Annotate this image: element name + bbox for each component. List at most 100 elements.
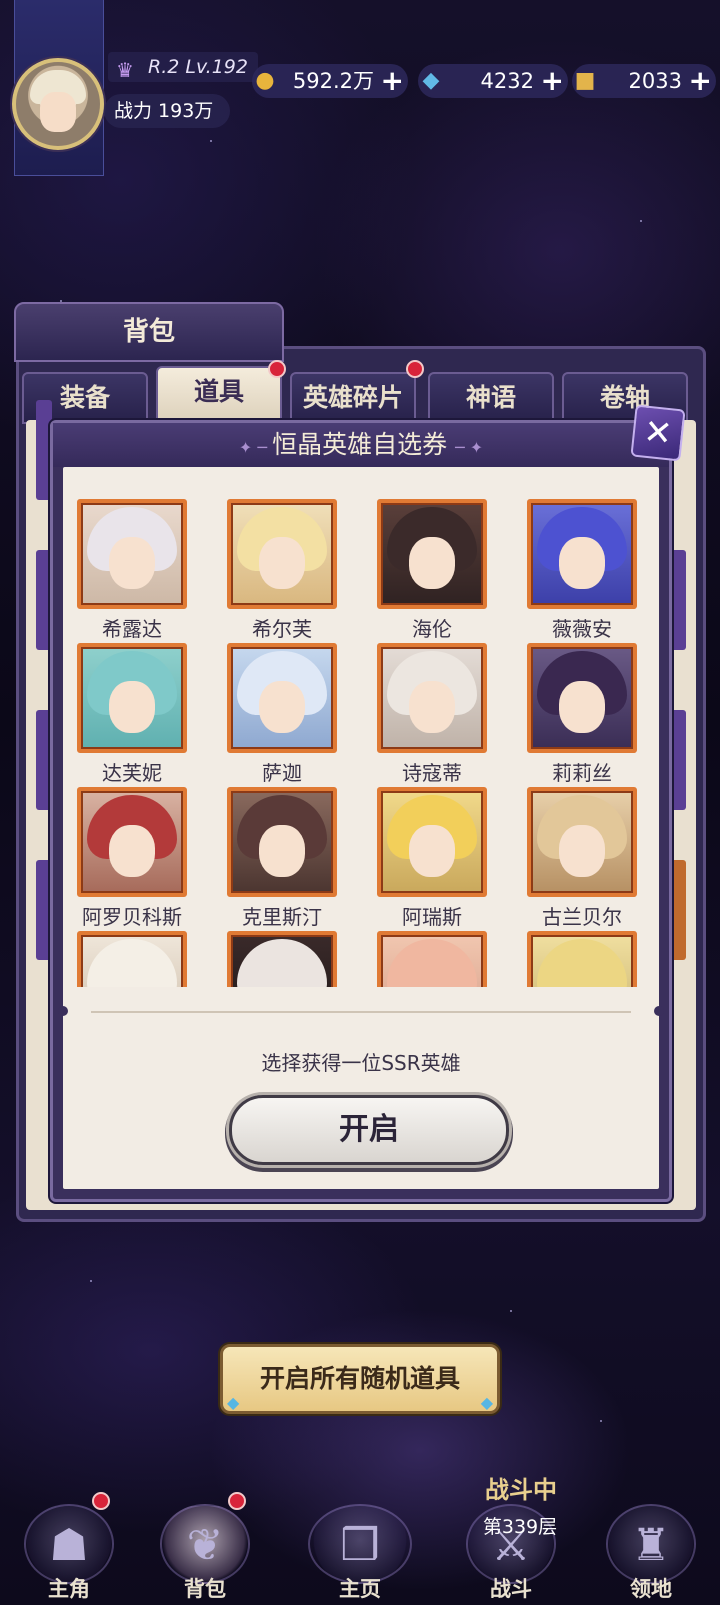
nav-hero[interactable]: ☗ 主角: [14, 1492, 124, 1605]
hero-name: 萨迦: [262, 761, 302, 785]
hero-portrait: [377, 787, 487, 897]
nav-hero-label: 主角: [48, 1576, 90, 1601]
close-icon: ✕: [641, 411, 675, 455]
hero-option[interactable]: 希尔芙: [227, 499, 337, 643]
hero-name: 古兰贝尔: [542, 905, 622, 929]
gold-resource: ● 592.2万 +: [252, 64, 408, 98]
tab-divine-words[interactable]: 神语: [428, 372, 554, 424]
hero-portrait: [377, 931, 487, 987]
nav-territory-label: 领地: [630, 1576, 672, 1601]
hero-name: 达芙妮: [102, 761, 162, 785]
gem-ornament-icon: ◆: [480, 1393, 493, 1412]
nav-bag-badge: [228, 1492, 246, 1510]
hero-option[interactable]: [227, 931, 337, 987]
hero-name: 希尔芙: [252, 617, 312, 641]
hero-portrait: [227, 643, 337, 753]
add-ticket-button[interactable]: +: [689, 64, 712, 98]
bag-icon: ❦: [160, 1504, 250, 1584]
hero-option[interactable]: 诗寇蒂: [377, 643, 487, 787]
nav-hero-badge: [92, 1492, 110, 1510]
gem-ornament-icon: ◆: [227, 1393, 240, 1412]
nav-bag[interactable]: ❦ 背包: [150, 1492, 260, 1605]
bag-slot-edge: [670, 550, 686, 650]
hero-option[interactable]: 古兰贝尔: [527, 787, 637, 931]
nav-battle[interactable]: ⚔ 战斗: [456, 1494, 566, 1605]
hero-option[interactable]: [527, 931, 637, 987]
portrait-face: [409, 681, 455, 733]
hero-option[interactable]: 薇薇安: [527, 499, 637, 643]
add-gold-button[interactable]: +: [381, 64, 404, 98]
nav-bag-label: 背包: [184, 1576, 226, 1601]
add-crystal-button[interactable]: +: [541, 64, 564, 98]
nav-territory[interactable]: ♜ 领地: [596, 1494, 706, 1605]
avatar-face: [40, 92, 76, 132]
blue-crystal-icon: ◆: [422, 68, 440, 93]
player-rank: ♛ R.2 Lv.192: [108, 52, 258, 82]
hero-portrait: [527, 643, 637, 753]
selection-hint: 选择获得一位SSR英雄: [261, 1051, 461, 1075]
portrait-face: [559, 537, 605, 589]
nav-home-label: 主页: [339, 1576, 381, 1601]
hero-name: 薇薇安: [552, 617, 612, 641]
portrait-face: [259, 681, 305, 733]
popup-divider: [91, 1011, 631, 1013]
castle-icon: ♜: [606, 1504, 696, 1584]
open-button[interactable]: 开启: [229, 1095, 509, 1165]
portrait-face: [109, 825, 155, 877]
hero-option[interactable]: [377, 931, 487, 987]
gold-ticket-icon: ■: [574, 68, 596, 93]
popup-title: 恒晶英雄自选券: [272, 430, 448, 459]
header-ornament-right: ─ ✦: [455, 438, 484, 457]
open-all-random-items-button[interactable]: ◆ 开启所有随机道具 ◆: [220, 1344, 500, 1414]
hero-option[interactable]: 达芙妮: [77, 643, 187, 787]
portrait-face: [409, 825, 455, 877]
tab-hero-shards-badge: [406, 360, 424, 378]
hooded-figure-icon: ☗: [24, 1504, 114, 1584]
close-popup-button[interactable]: ✕: [630, 404, 686, 462]
portrait-hair: [237, 939, 327, 987]
hero-portrait: [227, 787, 337, 897]
portrait-face: [559, 681, 605, 733]
player-power: 战力 193万: [104, 94, 230, 128]
portrait-hair: [87, 939, 177, 987]
gold-coin-icon: ●: [255, 68, 275, 93]
portrait-face: [409, 537, 455, 589]
tab-items[interactable]: 道具: [156, 366, 282, 424]
gold-value: 592.2万: [292, 69, 374, 93]
hero-portrait: [227, 931, 337, 987]
hero-option[interactable]: 莉莉丝: [527, 643, 637, 787]
hero-name: 希露达: [102, 617, 162, 641]
hero-portrait: [77, 787, 187, 897]
portrait-face: [259, 537, 305, 589]
hero-option[interactable]: 萨迦: [227, 643, 337, 787]
hero-name: 阿瑞斯: [402, 905, 462, 929]
header-ornament-left: ✦ ─: [238, 438, 273, 457]
hero-option[interactable]: 阿罗贝科斯: [77, 787, 187, 931]
book-icon: ❒: [308, 1504, 412, 1584]
hero-option[interactable]: 克里斯汀: [227, 787, 337, 931]
hero-option[interactable]: [77, 931, 187, 987]
nav-home[interactable]: ❒ 主页: [292, 1494, 428, 1605]
ticket-resource: ■ 2033 +: [572, 64, 716, 98]
popup-body: 希露达 希尔芙 海伦 薇薇安 达芙妮 萨迦 诗寇蒂 莉莉丝 阿罗贝科斯 克里斯汀…: [58, 467, 664, 1189]
hero-portrait: [527, 787, 637, 897]
divider-dot: [58, 1006, 68, 1016]
hero-portrait: [77, 499, 187, 609]
hero-portrait: [377, 499, 487, 609]
hero-option[interactable]: 希露达: [77, 499, 187, 643]
hero-name: 诗寇蒂: [402, 761, 462, 785]
ticket-value: 2033: [628, 69, 682, 93]
crystal-resource: ◆ 4232 +: [418, 64, 568, 98]
tab-items-badge: [268, 360, 286, 378]
bag-title: 背包: [14, 302, 284, 362]
portrait-face: [109, 537, 155, 589]
battle-floor: 第339层: [482, 1516, 558, 1538]
portrait-face: [109, 681, 155, 733]
tab-hero-shards[interactable]: 英雄碎片: [290, 372, 416, 424]
hero-option[interactable]: 海伦: [377, 499, 487, 643]
hero-name: 莉莉丝: [552, 761, 612, 785]
portrait-hair: [387, 939, 477, 987]
player-avatar[interactable]: [12, 58, 104, 150]
hero-select-popup: ✦ ─ 恒晶英雄自选券 ─ ✦ ✕ 希露达 希尔芙 海伦 薇薇安 达芙妮 萨迦 …: [50, 404, 686, 1202]
hero-option[interactable]: 阿瑞斯: [377, 787, 487, 931]
